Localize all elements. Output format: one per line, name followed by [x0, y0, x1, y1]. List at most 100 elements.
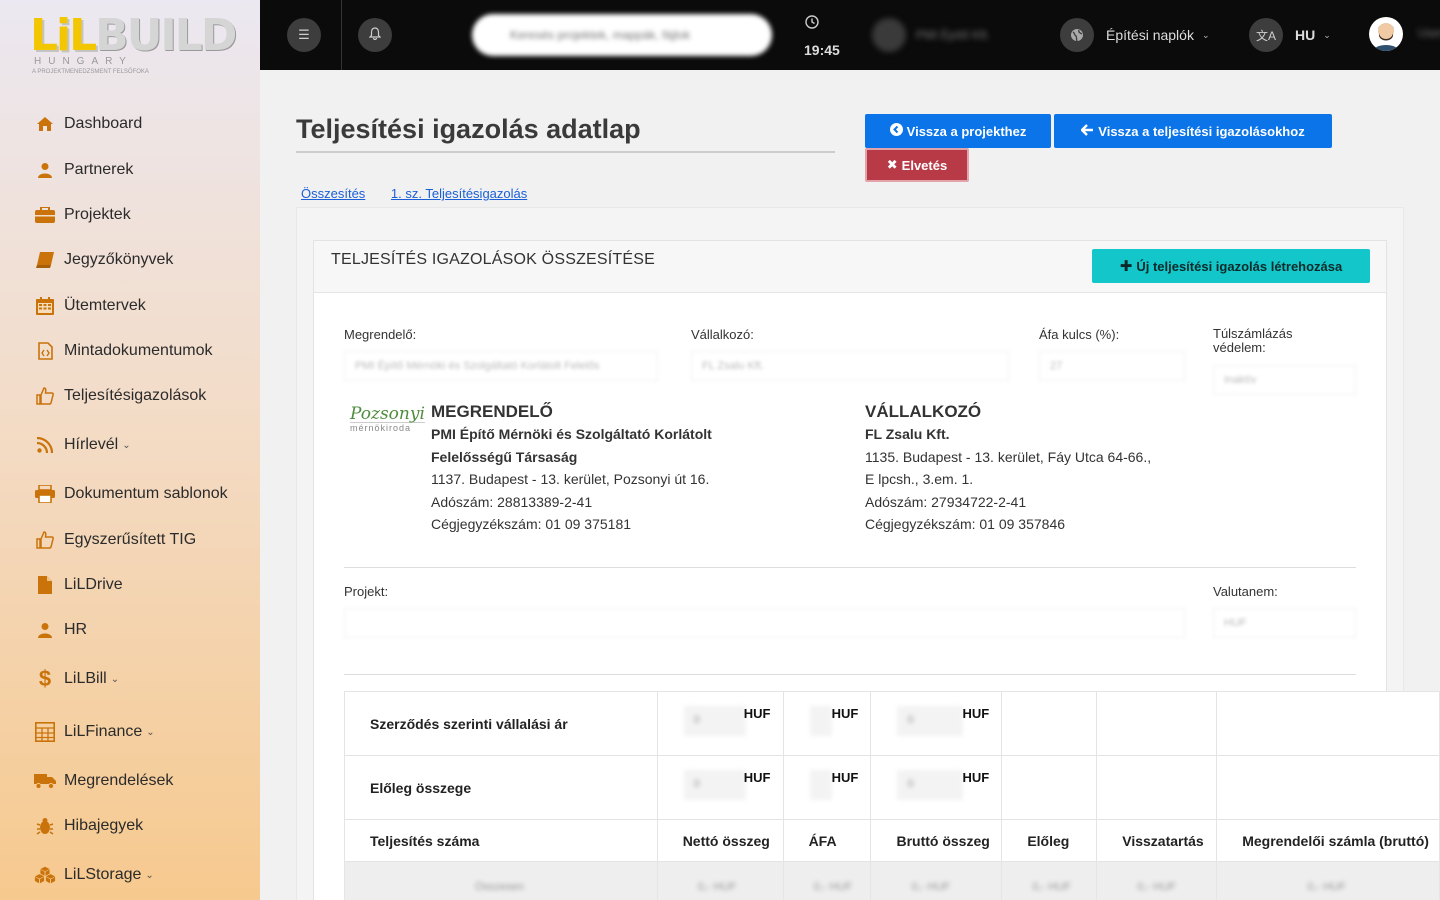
- sidebar-item-lilbill[interactable]: $ LiLBill ⌄: [34, 666, 119, 691]
- logo-word-li: LiL: [30, 10, 97, 61]
- thumbs-up-icon: [34, 530, 56, 550]
- sidebar-item-hirlevel[interactable]: Hírlevél ⌄: [34, 433, 131, 457]
- breadcrumb-certificate-1-link[interactable]: 1. sz. Teljesítésigazolás: [391, 186, 527, 201]
- company-switcher[interactable]: PMI Építő Kft.: [872, 18, 990, 52]
- vat-rate-field-label: Áfa kulcs (%):: [1039, 327, 1120, 342]
- contractor-field[interactable]: FL Zsalu Kft.: [691, 351, 1009, 381]
- chevron-down-icon: ⌄: [1323, 29, 1331, 40]
- sidebar-item-jegyzokonyvek[interactable]: Jegyzőkönyvek: [34, 248, 173, 272]
- menu-toggle-button[interactable]: ☰: [287, 18, 321, 52]
- contractor-field-label: Vállalkozó:: [691, 327, 754, 342]
- company-name: PMI Építő Kft.: [916, 28, 991, 42]
- sidebar-item-projektek[interactable]: Projektek: [34, 203, 131, 227]
- avatar[interactable]: [1369, 17, 1403, 51]
- briefcase-icon: [34, 205, 56, 225]
- sidebar-item-label: Dashboard: [64, 115, 143, 132]
- contract-price-gross-input[interactable]: 0: [897, 706, 964, 736]
- construction-logs-label: Építési naplók: [1106, 27, 1194, 43]
- sidebar-item-lildrive[interactable]: LiLDrive: [34, 573, 123, 597]
- contract-price-vat-input[interactable]: [809, 706, 832, 736]
- contractor-tax-number: Adószám: 27934722-2-41: [865, 494, 1027, 510]
- sidebar-item-label: Egyszerűsített TIG: [64, 531, 197, 548]
- sidebar-item-dokumentum-sablonok[interactable]: Dokumentum sablonok: [34, 482, 228, 506]
- overbilling-protection-select[interactable]: Inaktív: [1213, 365, 1356, 395]
- total-vat: 0,- HUF: [813, 880, 853, 893]
- vat-rate-field[interactable]: 27: [1039, 351, 1185, 381]
- customer-registration-number: Cégjegyzékszám: 01 09 375181: [431, 516, 632, 532]
- customer-logo: Pozsonyi mérnökiroda: [350, 404, 425, 433]
- sidebar-item-teljesitesigazolasok[interactable]: Teljesítésigazolások: [34, 384, 206, 408]
- column-header-vat: ÁFA: [782, 819, 872, 862]
- column-header-customer-invoice: Megrendelői számla (bruttó): [1216, 819, 1440, 862]
- globe-icon: [1060, 18, 1094, 52]
- advance-net-input[interactable]: 0: [683, 770, 746, 800]
- sidebar-item-label: Jegyzőkönyvek: [64, 251, 174, 268]
- topbar-divider: [341, 0, 342, 70]
- language-label: HU: [1295, 27, 1316, 43]
- column-header-gross-amount: Bruttó összeg: [870, 819, 1003, 862]
- column-header-certificate-number: Teljesítés száma: [344, 819, 658, 862]
- back-to-certificates-label: Vissza a teljesítési igazolásokhoz: [1098, 123, 1305, 139]
- customer-field[interactable]: PMI Építő Mérnöki és Szolgáltató Korláto…: [344, 351, 658, 381]
- overbilling-protection-label-line2: védelem:: [1213, 340, 1266, 355]
- advance-gross-value: 0: [907, 778, 914, 790]
- currency-unit: HUF: [962, 706, 990, 721]
- notifications-button[interactable]: [358, 18, 392, 52]
- app-logo[interactable]: LiLBUILD HUNGARY A PROJEKTMENEDZSMENT FE…: [30, 8, 237, 78]
- column-header-advance: Előleg: [1001, 819, 1098, 862]
- total-net: 0,- HUF: [697, 880, 737, 893]
- back-to-project-label: Vissza a projekthez: [906, 123, 1027, 139]
- calendar-icon: [34, 296, 56, 316]
- clock-icon: [805, 15, 819, 32]
- currency-field[interactable]: HUF: [1213, 608, 1356, 638]
- contractor-registration-number: Cégjegyzékszám: 01 09 357846: [865, 516, 1066, 532]
- customer-address: 1137. Budapest - 13. kerület, Pozsonyi ú…: [431, 471, 710, 487]
- sidebar-item-dashboard[interactable]: Dashboard: [34, 112, 142, 136]
- back-to-project-button[interactable]: Vissza a projekthez: [865, 114, 1051, 148]
- company-avatar: [872, 18, 906, 52]
- sidebar-item-label: Mintadokumentumok: [64, 342, 213, 359]
- sidebar-item-label: Ütemtervek: [64, 297, 146, 314]
- logo-tagline: A PROJEKTMENEDZSMENT FELSŐFOKA: [32, 69, 149, 75]
- user-name[interactable]: User: [1418, 26, 1440, 40]
- hamburger-icon: ☰: [298, 27, 310, 42]
- language-dropdown[interactable]: 文A HU ⌄: [1249, 18, 1331, 52]
- chevron-down-icon: ⌄: [146, 726, 155, 738]
- sidebar-item-mintadokumentumok[interactable]: Mintadokumentumok: [34, 339, 213, 363]
- chevron-down-icon: ⌄: [1201, 29, 1210, 40]
- overbilling-protection-label-line1: Túlszámlázás: [1213, 326, 1293, 341]
- cubes-icon: [34, 865, 56, 885]
- sidebar-item-hr[interactable]: HR: [34, 618, 87, 642]
- sidebar-item-hibajegyek[interactable]: Hibajegyek: [34, 814, 143, 838]
- project-field[interactable]: [344, 608, 1185, 638]
- logo-word-build: BUILD: [95, 10, 237, 61]
- contractor-name: FL Zsalu Kft.: [865, 426, 950, 442]
- sidebar-item-lilstorage[interactable]: LiLStorage ⌄: [34, 863, 154, 887]
- sidebar-item-egyszerusitett-tig[interactable]: Egyszerűsített TIG: [34, 528, 196, 552]
- breadcrumb-summary-link[interactable]: Összesítés: [301, 186, 365, 201]
- currency-unit: HUF: [743, 770, 771, 785]
- card-title: TELJESÍTÉS IGAZOLÁSOK ÖSSZESÍTÉSE: [331, 251, 656, 268]
- sidebar-item-lilfinance[interactable]: LiLFinance ⌄: [34, 720, 155, 744]
- bug-icon: [34, 816, 56, 836]
- home-icon: [34, 114, 56, 134]
- contract-price-net-input[interactable]: 0: [683, 706, 746, 736]
- advance-vat-input[interactable]: [809, 770, 832, 800]
- contract-price-net-value: 0: [693, 714, 700, 726]
- advance-gross-cell: 0 HUF: [870, 755, 1003, 820]
- total-gross: 0,- HUF: [911, 880, 950, 893]
- translate-icon: 文A: [1249, 18, 1283, 52]
- search-input[interactable]: [472, 14, 772, 56]
- customer-heading: MEGRENDELŐ: [431, 402, 553, 421]
- sidebar-item-utemtervek[interactable]: Ütemtervek: [34, 294, 146, 318]
- sidebar-item-megrendelesek[interactable]: Megrendelések: [34, 769, 173, 793]
- back-to-certificates-button[interactable]: Vissza a teljesítési igazolásokhoz: [1054, 114, 1332, 148]
- discard-button[interactable]: ✖ Elvetés: [865, 148, 969, 182]
- construction-logs-dropdown[interactable]: Építési naplók ⌄: [1060, 18, 1210, 52]
- advance-gross-input[interactable]: 0: [897, 770, 964, 800]
- sidebar-item-partnerek[interactable]: Partnerek: [34, 158, 133, 182]
- new-certificate-button[interactable]: ✚ Új teljesítési igazolás létrehozása: [1092, 249, 1370, 283]
- card-header: TELJESÍTÉS IGAZOLÁSOK ÖSSZESÍTÉSE ✚ Új t…: [314, 241, 1386, 293]
- book-icon: [34, 250, 56, 270]
- contractor-address-line2: E lpcsh., 3.em. 1.: [865, 471, 974, 487]
